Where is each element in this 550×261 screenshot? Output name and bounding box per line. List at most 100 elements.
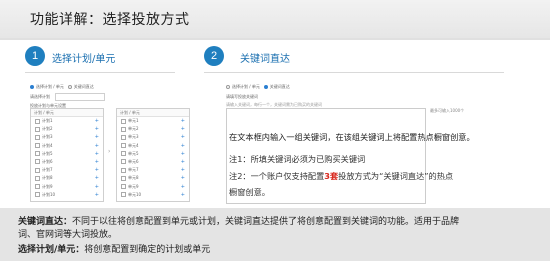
radio-select-plan-label: 选择计划 / 单元 — [232, 84, 260, 89]
add-icon[interactable]: + — [181, 183, 185, 191]
radio-select-plan[interactable] — [226, 85, 230, 89]
list-item-label: 计划9 — [42, 183, 53, 189]
list-item[interactable]: 计划3 + — [31, 133, 103, 141]
list-item-label: 单元7 — [128, 167, 139, 173]
list-item-label: 单元10 — [128, 191, 142, 197]
list-item[interactable]: 单元3 + — [117, 133, 189, 141]
unit-list-header: 计划 / 单元 — [117, 109, 189, 117]
chevron-right-icon[interactable]: › — [108, 148, 110, 155]
note-1: 注1：所填关键词必须为已购买关键词 — [229, 154, 366, 164]
list-item-label: 计划5 — [42, 150, 53, 156]
list-item[interactable]: 计划8 + — [31, 174, 103, 182]
list-item-label: 计划4 — [42, 142, 53, 148]
desc-line-3-text: 将创意配置到确定的计划或单元 — [84, 245, 211, 255]
radio-keyword-label: 关键词直达 — [73, 84, 94, 89]
list-item[interactable]: 单元8 + — [117, 174, 189, 182]
list-item[interactable]: 单元2 + — [117, 125, 189, 133]
add-icon[interactable]: + — [95, 166, 99, 174]
select-plan-dropdown[interactable] — [55, 93, 105, 101]
list-item[interactable]: 单元5 + — [117, 150, 189, 158]
list-item-label: 计划8 — [42, 175, 53, 181]
list-item-label: 单元3 — [128, 134, 139, 140]
desc-line-1: 关键词直达：不同于以往将创意配置到单元或计划，关键词直达提供了将创意配置到关键词… — [18, 214, 459, 227]
add-icon[interactable]: + — [95, 125, 99, 133]
list-item-label: 单元6 — [128, 158, 139, 164]
step-2-divider — [204, 72, 504, 73]
list-item-label: 计划10 — [42, 191, 56, 197]
list-item[interactable]: 计划10 + — [31, 191, 103, 199]
add-icon[interactable]: + — [181, 142, 185, 150]
radio-keyword[interactable] — [67, 85, 72, 89]
list-item[interactable]: 单元9 + — [117, 183, 189, 191]
desc-line-1-term: 关键词直达： — [18, 217, 73, 227]
list-item[interactable]: 计划4 + — [31, 142, 103, 150]
add-icon[interactable]: + — [95, 142, 99, 150]
desc-line-2: 词、官网词等大词投放。 — [18, 230, 118, 240]
note-2-suffix: 投放方式为“关键词直达”的热点 — [338, 171, 454, 181]
note-2: 注2：一个账户仅支持配置3套投放方式为“关键词直达”的热点 — [229, 170, 453, 182]
add-icon[interactable]: + — [181, 125, 185, 133]
list-item-label: 计划1 — [42, 118, 53, 123]
left-radio-group: 选择计划 / 单元 关键词直达 — [30, 84, 94, 90]
add-icon[interactable]: + — [95, 183, 99, 191]
add-icon[interactable]: + — [181, 133, 185, 141]
add-icon[interactable]: + — [95, 150, 99, 158]
list-item[interactable]: 计划7 + — [31, 166, 103, 174]
header-divider — [0, 38, 550, 40]
desc-line-1-text: 不同于以往将创意配置到单元或计划，关键词直达提供了将创意配置到关键词的功能。适用… — [72, 217, 460, 227]
list-item[interactable]: 计划1 + — [31, 117, 103, 125]
step-1-divider — [25, 72, 175, 73]
keyword-title: 请填写投放关键词 — [226, 94, 258, 99]
list-item-label: 计划2 — [42, 126, 53, 132]
step-1-label: 选择计划/单元 — [52, 54, 116, 65]
desc-line-3: 选择计划/单元：将创意配置到确定的计划或单元 — [18, 242, 210, 255]
add-icon[interactable]: + — [181, 166, 185, 174]
list-item[interactable]: 单元1 + — [117, 117, 189, 125]
radio-select-plan[interactable] — [30, 85, 34, 89]
list-item-label: 计划7 — [42, 167, 53, 173]
plan-list-header: 计划 / 单元 — [31, 109, 103, 117]
list-item-label: 单元2 — [128, 126, 139, 132]
list-item-label: 单元9 — [128, 183, 139, 189]
desc-line-3-term: 选择计划/单元： — [18, 245, 85, 255]
list-item-label: 计划3 — [42, 134, 53, 140]
add-icon[interactable]: + — [181, 191, 185, 199]
step-1-badge: 1 — [25, 46, 45, 66]
list-item-label: 单元5 — [128, 150, 139, 156]
add-icon[interactable]: + — [95, 117, 99, 125]
add-icon[interactable]: + — [95, 133, 99, 141]
step-2-label: 关键词直达 — [240, 54, 290, 65]
list-item[interactable]: 计划9 + — [31, 183, 103, 191]
right-radio-group: 选择计划 / 单元 关键词直达 — [226, 84, 290, 90]
select-plan-label: 请选择计划 — [30, 94, 50, 99]
radio-select-plan-label: 选择计划 / 单元 — [36, 84, 64, 89]
add-icon[interactable]: + — [181, 158, 185, 166]
plan-list: 计划 / 单元 计划1 + 计划2 + 计划3 + 计划4 + 计划5 + 计划6 + 计划… — [30, 108, 104, 202]
textarea-instruction: 在文本框内输入一组关键词，在该组关键词上将配置热点橱窗创意。 — [229, 132, 475, 142]
header-bar: 功能详解：选择投放方式 — [0, 0, 550, 38]
list-item[interactable]: 计划5 + — [31, 150, 103, 158]
list-item[interactable]: 单元4 + — [117, 142, 189, 150]
add-icon[interactable]: + — [95, 191, 99, 199]
step-2-badge: 2 — [204, 46, 224, 66]
list-item-label: 单元1 — [128, 118, 139, 123]
add-icon[interactable]: + — [95, 174, 99, 182]
add-icon[interactable]: + — [95, 158, 99, 166]
add-icon[interactable]: + — [181, 117, 185, 125]
list-item[interactable]: 单元6 + — [117, 158, 189, 166]
radio-keyword-label: 关键词直达 — [269, 84, 290, 89]
add-icon[interactable]: + — [181, 150, 185, 158]
list-item[interactable]: 计划6 + — [31, 158, 103, 166]
unit-list: 计划 / 单元 单元1 + 单元2 + 单元3 + 单元4 + 单元5 + 单元6 + 单元… — [116, 108, 190, 202]
keyword-counter: 最多可输入1000个 — [430, 108, 465, 113]
page-title: 功能详解：选择投放方式 — [30, 12, 190, 28]
list-item[interactable]: 单元10 + — [117, 191, 189, 199]
note-2-highlight: 3套 — [324, 171, 339, 181]
list-item[interactable]: 计划2 + — [31, 125, 103, 133]
note-2-prefix: 注2：一个账户仅支持配置 — [229, 171, 325, 181]
list-item[interactable]: 单元7 + — [117, 166, 189, 174]
add-icon[interactable]: + — [181, 174, 185, 182]
list-item-label: 计划6 — [42, 158, 53, 164]
description-panel: 关键词直达：不同于以往将创意配置到单元或计划，关键词直达提供了将创意配置到关键词… — [0, 208, 550, 261]
radio-keyword[interactable] — [263, 85, 268, 89]
